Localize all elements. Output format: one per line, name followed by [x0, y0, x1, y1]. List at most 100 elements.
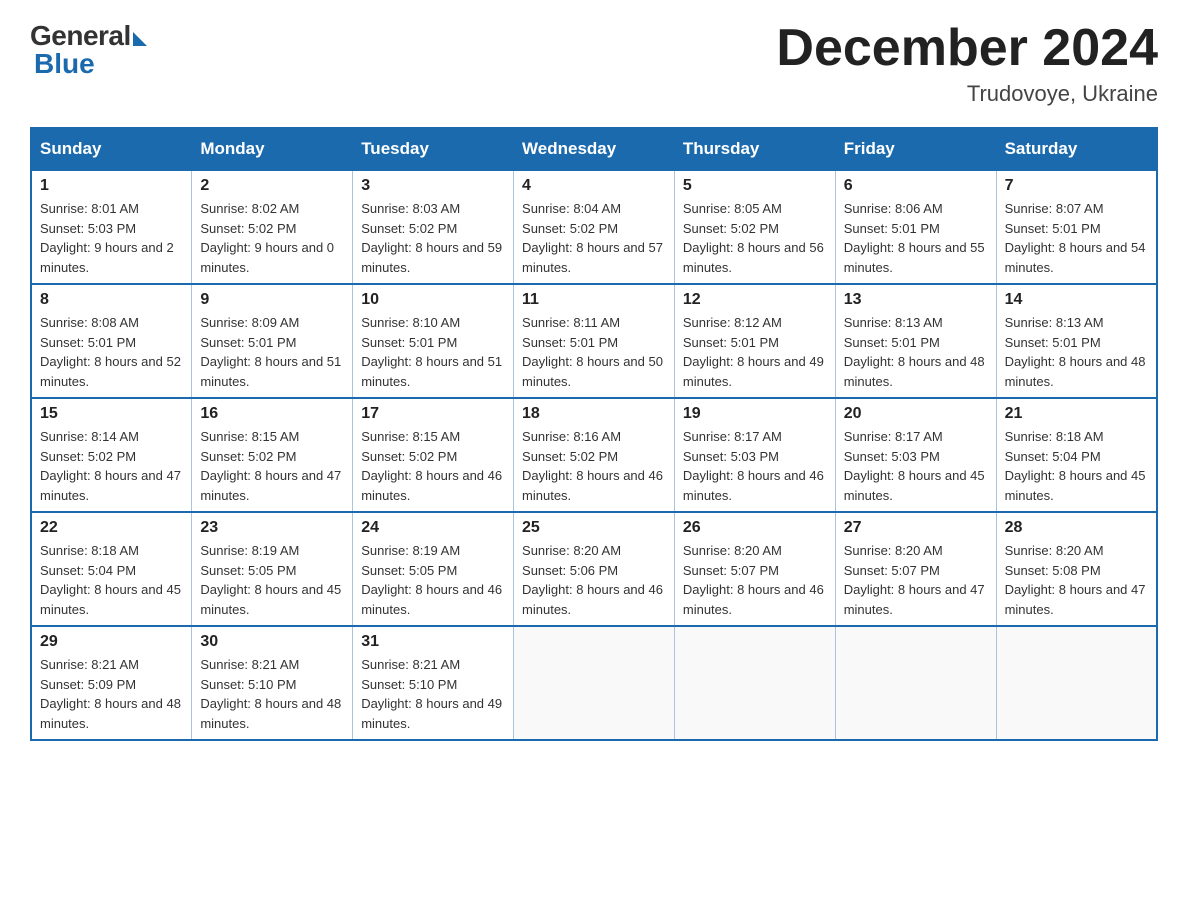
sunrise-text: Sunrise: 8:01 AM — [40, 199, 183, 219]
daylight-text: Daylight: 8 hours and 55 minutes. — [844, 238, 988, 277]
sunset-text: Sunset: 5:02 PM — [361, 219, 505, 239]
day-number: 8 — [40, 291, 183, 309]
day-number: 16 — [200, 405, 344, 423]
calendar-header-sunday: Sunday — [31, 128, 192, 170]
day-number: 26 — [683, 519, 827, 537]
calendar-cell: 26Sunrise: 8:20 AMSunset: 5:07 PMDayligh… — [674, 512, 835, 626]
sunrise-text: Sunrise: 8:14 AM — [40, 427, 183, 447]
sunrise-text: Sunrise: 8:17 AM — [844, 427, 988, 447]
day-info: Sunrise: 8:01 AMSunset: 5:03 PMDaylight:… — [40, 199, 183, 277]
daylight-text: Daylight: 8 hours and 48 minutes. — [40, 694, 183, 733]
logo-triangle-icon — [133, 32, 147, 46]
daylight-text: Daylight: 8 hours and 54 minutes. — [1005, 238, 1148, 277]
calendar-cell: 21 Sunrise: 8:18 AMSunset: 5:04 PMDayligh… — [996, 398, 1157, 512]
day-info: Sunrise: 8:20 AMSunset: 5:06 PMDaylight:… — [522, 541, 666, 619]
daylight-text: Daylight: 8 hours and 45 minutes. — [1005, 466, 1148, 505]
title-section: December 2024 Trudovoye, Ukraine — [776, 20, 1158, 107]
daylight-text: Daylight: 8 hours and 50 minutes. — [522, 352, 666, 391]
calendar-cell — [674, 626, 835, 740]
day-info: Sunrise: 8:17 AMSunset: 5:03 PMDaylight:… — [683, 427, 827, 505]
day-info: Sunrise: 8:07 AMSunset: 5:01 PMDaylight:… — [1005, 199, 1148, 277]
daylight-text: Daylight: 8 hours and 51 minutes. — [361, 352, 505, 391]
day-number: 3 — [361, 177, 505, 195]
calendar-cell: 2Sunrise: 8:02 AMSunset: 5:02 PMDaylight… — [192, 170, 353, 284]
sunrise-text: Sunrise: 8:08 AM — [40, 313, 183, 333]
sunrise-text: Sunrise: 8:09 AM — [200, 313, 344, 333]
day-info: Sunrise: 8:03 AMSunset: 5:02 PMDaylight:… — [361, 199, 505, 277]
sunset-text: Sunset: 5:04 PM — [40, 561, 183, 581]
sunrise-text: Sunrise: 8:20 AM — [1005, 541, 1148, 561]
sunrise-text: Sunrise: 8:20 AM — [683, 541, 827, 561]
calendar-header-row: SundayMondayTuesdayWednesdayThursdayFrid… — [31, 128, 1157, 170]
calendar-cell: 9Sunrise: 8:09 AMSunset: 5:01 PMDaylight… — [192, 284, 353, 398]
day-number: 15 — [40, 405, 183, 423]
day-info: Sunrise: 8:17 AMSunset: 5:03 PMDaylight:… — [844, 427, 988, 505]
day-info: Sunrise: 8:21 AMSunset: 5:09 PMDaylight:… — [40, 655, 183, 733]
day-number: 11 — [522, 291, 666, 309]
sunrise-text: Sunrise: 8:18 AM — [40, 541, 183, 561]
calendar-header-thursday: Thursday — [674, 128, 835, 170]
sunrise-text: Sunrise: 8:15 AM — [200, 427, 344, 447]
sunrise-text: Sunrise: 8:03 AM — [361, 199, 505, 219]
calendar-cell: 31Sunrise: 8:21 AMSunset: 5:10 PMDayligh… — [353, 626, 514, 740]
sunset-text: Sunset: 5:06 PM — [522, 561, 666, 581]
day-number: 19 — [683, 405, 827, 423]
calendar-cell: 16Sunrise: 8:15 AMSunset: 5:02 PMDayligh… — [192, 398, 353, 512]
daylight-text: Daylight: 8 hours and 49 minutes. — [361, 694, 505, 733]
sunset-text: Sunset: 5:03 PM — [40, 219, 183, 239]
calendar-cell: 17Sunrise: 8:15 AMSunset: 5:02 PMDayligh… — [353, 398, 514, 512]
sunrise-text: Sunrise: 8:16 AM — [522, 427, 666, 447]
daylight-text: Daylight: 8 hours and 46 minutes. — [361, 466, 505, 505]
day-number: 10 — [361, 291, 505, 309]
daylight-text: Daylight: 8 hours and 46 minutes. — [683, 466, 827, 505]
calendar-header-saturday: Saturday — [996, 128, 1157, 170]
day-info: Sunrise: 8:20 AMSunset: 5:08 PMDaylight:… — [1005, 541, 1148, 619]
calendar-cell: 4Sunrise: 8:04 AMSunset: 5:02 PMDaylight… — [514, 170, 675, 284]
day-number: 13 — [844, 291, 988, 309]
day-number: 31 — [361, 633, 505, 651]
day-number: 21 — [1005, 405, 1148, 423]
calendar-week-row: 22Sunrise: 8:18 AMSunset: 5:04 PMDayligh… — [31, 512, 1157, 626]
day-info: Sunrise: 8:18 AMSunset: 5:04 PMDaylight:… — [1005, 427, 1148, 505]
daylight-text: Daylight: 9 hours and 0 minutes. — [200, 238, 344, 277]
day-number: 29 — [40, 633, 183, 651]
day-info: Sunrise: 8:13 AMSunset: 5:01 PMDaylight:… — [1005, 313, 1148, 391]
calendar-cell: 8Sunrise: 8:08 AMSunset: 5:01 PMDaylight… — [31, 284, 192, 398]
sunset-text: Sunset: 5:01 PM — [1005, 219, 1148, 239]
sunrise-text: Sunrise: 8:19 AM — [200, 541, 344, 561]
sunrise-text: Sunrise: 8:15 AM — [361, 427, 505, 447]
calendar-week-row: 15 Sunrise: 8:14 AM Sunset: 5:02 PM Dayligh… — [31, 398, 1157, 512]
calendar-cell: 30Sunrise: 8:21 AMSunset: 5:10 PMDayligh… — [192, 626, 353, 740]
day-info: Sunrise: 8:21 AMSunset: 5:10 PMDaylight:… — [200, 655, 344, 733]
calendar-week-row: 8Sunrise: 8:08 AMSunset: 5:01 PMDaylight… — [31, 284, 1157, 398]
calendar-cell: 10Sunrise: 8:10 AMSunset: 5:01 PMDayligh… — [353, 284, 514, 398]
day-info: Sunrise: 8:02 AMSunset: 5:02 PMDaylight:… — [200, 199, 344, 277]
day-number: 17 — [361, 405, 505, 423]
sunset-text: Sunset: 5:02 PM — [200, 447, 344, 467]
sunset-text: Sunset: 5:02 PM — [683, 219, 827, 239]
calendar-cell: 27Sunrise: 8:20 AMSunset: 5:07 PMDayligh… — [835, 512, 996, 626]
day-info: Sunrise: 8:12 AMSunset: 5:01 PMDaylight:… — [683, 313, 827, 391]
logo-blue-text: Blue — [30, 48, 95, 80]
sunset-text: Sunset: 5:05 PM — [200, 561, 344, 581]
daylight-text: Daylight: 8 hours and 48 minutes. — [200, 694, 344, 733]
daylight-text: Daylight: 8 hours and 48 minutes. — [1005, 352, 1148, 391]
sunset-text: Sunset: 5:10 PM — [200, 675, 344, 695]
daylight-text: Daylight: 8 hours and 45 minutes. — [844, 466, 988, 505]
sunrise-text: Sunrise: 8:11 AM — [522, 313, 666, 333]
sunrise-text: Sunrise: 8:10 AM — [361, 313, 505, 333]
day-info: Sunrise: 8:16 AMSunset: 5:02 PMDaylight:… — [522, 427, 666, 505]
sunset-text: Sunset: 5:04 PM — [1005, 447, 1148, 467]
day-number: 14 — [1005, 291, 1148, 309]
day-number: 25 — [522, 519, 666, 537]
daylight-text: Daylight: 8 hours and 56 minutes. — [683, 238, 827, 277]
day-info: Sunrise: 8:13 AMSunset: 5:01 PMDaylight:… — [844, 313, 988, 391]
calendar-cell — [835, 626, 996, 740]
day-number: 23 — [200, 519, 344, 537]
location-label: Trudovoye, Ukraine — [776, 81, 1158, 107]
sunrise-text: Sunrise: 8:21 AM — [200, 655, 344, 675]
day-number: 5 — [683, 177, 827, 195]
sunrise-text: Sunrise: 8:05 AM — [683, 199, 827, 219]
day-info: Sunrise: 8:19 AMSunset: 5:05 PMDaylight:… — [361, 541, 505, 619]
daylight-text: Daylight: 9 hours and 2 minutes. — [40, 238, 183, 277]
